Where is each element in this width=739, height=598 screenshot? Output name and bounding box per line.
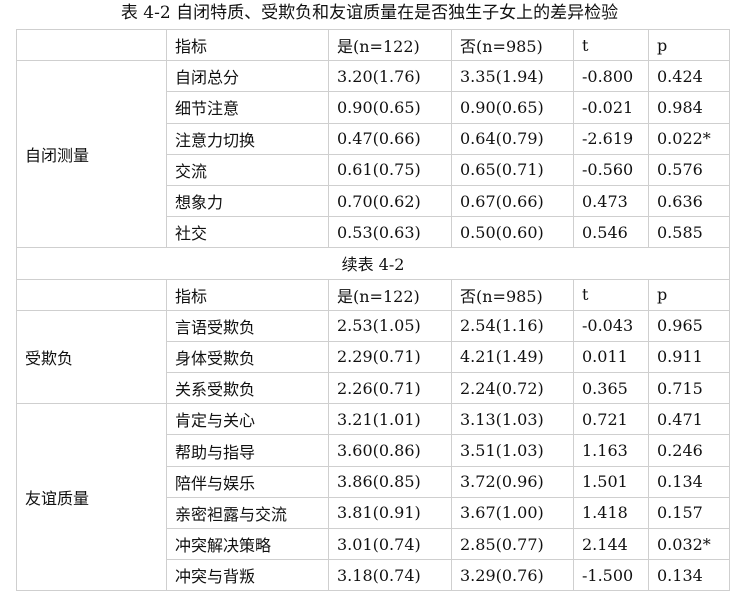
row-p: 0.636 — [648, 184, 730, 218]
row-no: 0.50(0.60) — [451, 216, 574, 249]
header-no: 否(n=985) — [451, 278, 574, 311]
row-no: 0.67(0.66) — [451, 184, 574, 218]
row-t: -0.800 — [573, 60, 649, 93]
row-name: 冲突与背叛 — [166, 559, 329, 592]
row-yes: 2.26(0.71) — [328, 372, 452, 405]
row-name: 社交 — [166, 216, 329, 249]
row-yes: 3.01(0.74) — [328, 527, 452, 561]
row-p: 0.715 — [648, 372, 730, 405]
header-yes: 是(n=122) — [328, 28, 452, 62]
header-row: 指标 是(n=122) 否(n=985) t p — [16, 28, 730, 62]
row-t: -0.560 — [573, 153, 649, 186]
row-t: 0.365 — [573, 372, 649, 405]
group-label-bullying: 受欺负 — [16, 309, 167, 405]
row-no: 3.67(1.00) — [451, 496, 574, 530]
row-name: 关系受欺负 — [166, 372, 329, 405]
row-no: 0.90(0.65) — [451, 91, 574, 124]
row-name: 肯定与关心 — [166, 403, 329, 436]
row-yes: 2.29(0.71) — [328, 340, 452, 374]
header-no: 否(n=985) — [451, 28, 574, 62]
row-yes: 0.47(0.66) — [328, 122, 452, 155]
row-no: 3.51(1.03) — [451, 434, 574, 467]
row-no: 0.65(0.71) — [451, 153, 574, 186]
row-yes: 0.90(0.65) — [328, 91, 452, 124]
row-p: 0.157 — [648, 496, 730, 530]
row-no: 3.72(0.96) — [451, 465, 574, 498]
continued-row: 续表 4-2 — [16, 247, 730, 280]
table-row: 受欺负 言语受欺负 2.53(1.05) 2.54(1.16) -0.043 0… — [16, 309, 730, 405]
row-p: 0.134 — [648, 465, 730, 498]
row-t: -0.021 — [573, 91, 649, 124]
row-t: 1.163 — [573, 434, 649, 467]
row-p: 0.134 — [648, 559, 730, 592]
row-name: 自闭总分 — [166, 60, 329, 93]
comparison-table: 指标 是(n=122) 否(n=985) t p 自闭测量 自闭总分 3.20(… — [16, 28, 730, 592]
row-yes: 3.81(0.91) — [328, 496, 452, 530]
row-no: 3.13(1.03) — [451, 403, 574, 436]
row-yes: 0.61(0.75) — [328, 153, 452, 186]
row-t: 0.473 — [573, 184, 649, 218]
row-no: 4.21(1.49) — [451, 340, 574, 374]
header-p: p — [648, 278, 730, 311]
row-no: 2.54(1.16) — [451, 309, 574, 342]
row-name: 陪伴与娱乐 — [166, 465, 329, 498]
header-blank — [16, 28, 167, 62]
row-name: 冲突解决策略 — [166, 527, 329, 561]
group-label-friendship: 友谊质量 — [16, 403, 167, 592]
header-yes: 是(n=122) — [328, 278, 452, 311]
row-no: 2.24(0.72) — [451, 372, 574, 405]
row-t: 2.144 — [573, 527, 649, 561]
row-yes: 2.53(1.05) — [328, 309, 452, 342]
row-p: 0.471 — [648, 403, 730, 436]
row-name: 注意力切换 — [166, 122, 329, 155]
header-row: 指标 是(n=122) 否(n=985) t p — [16, 278, 730, 311]
header-t: t — [573, 278, 649, 311]
row-name: 交流 — [166, 153, 329, 186]
row-name: 身体受欺负 — [166, 340, 329, 374]
row-t: -2.619 — [573, 122, 649, 155]
row-t: -1.500 — [573, 559, 649, 592]
row-t: -0.043 — [573, 309, 649, 342]
row-yes: 3.60(0.86) — [328, 434, 452, 467]
table-title: 表 4-2 自闭特质、受欺负和友谊质量在是否独生子女上的差异检验 — [120, 3, 619, 23]
header-indicator: 指标 — [166, 278, 329, 311]
header-t: t — [573, 28, 649, 62]
row-p: 0.576 — [648, 153, 730, 186]
row-t: 1.418 — [573, 496, 649, 530]
header-p: p — [648, 28, 730, 62]
row-no: 3.35(1.94) — [451, 60, 574, 93]
table-row: 自闭测量 自闭总分 3.20(1.76) 3.35(1.94) -0.800 0… — [16, 60, 730, 249]
row-p: 0.585 — [648, 216, 730, 249]
row-yes: 3.20(1.76) — [328, 60, 452, 93]
row-name: 亲密袒露与交流 — [166, 496, 329, 530]
row-name: 帮助与指导 — [166, 434, 329, 467]
row-yes: 3.86(0.85) — [328, 465, 452, 498]
row-t: 1.501 — [573, 465, 649, 498]
continued-label: 续表 4-2 — [16, 247, 730, 280]
row-p: 0.424 — [648, 60, 730, 93]
row-t: 0.011 — [573, 340, 649, 374]
header-blank — [16, 278, 167, 311]
row-p: 0.965 — [648, 309, 730, 342]
row-yes: 3.21(1.01) — [328, 403, 452, 436]
row-yes: 0.53(0.63) — [328, 216, 452, 249]
row-yes: 3.18(0.74) — [328, 559, 452, 592]
row-name: 细节注意 — [166, 91, 329, 124]
row-t: 0.721 — [573, 403, 649, 436]
row-yes: 0.70(0.62) — [328, 184, 452, 218]
header-indicator: 指标 — [166, 28, 329, 62]
row-no: 2.85(0.77) — [451, 527, 574, 561]
row-p: 0.246 — [648, 434, 730, 467]
row-t: 0.546 — [573, 216, 649, 249]
row-no: 3.29(0.76) — [451, 559, 574, 592]
group-label-autism: 自闭测量 — [16, 60, 167, 249]
row-p: 0.032* — [648, 527, 730, 561]
row-p: 0.022* — [648, 122, 730, 155]
row-name: 言语受欺负 — [166, 309, 329, 342]
row-name: 想象力 — [166, 184, 329, 218]
row-p: 0.911 — [648, 340, 730, 374]
row-no: 0.64(0.79) — [451, 122, 574, 155]
table-row: 友谊质量 肯定与关心 3.21(1.01) 3.13(1.03) 0.721 0… — [16, 403, 730, 592]
row-p: 0.984 — [648, 91, 730, 124]
